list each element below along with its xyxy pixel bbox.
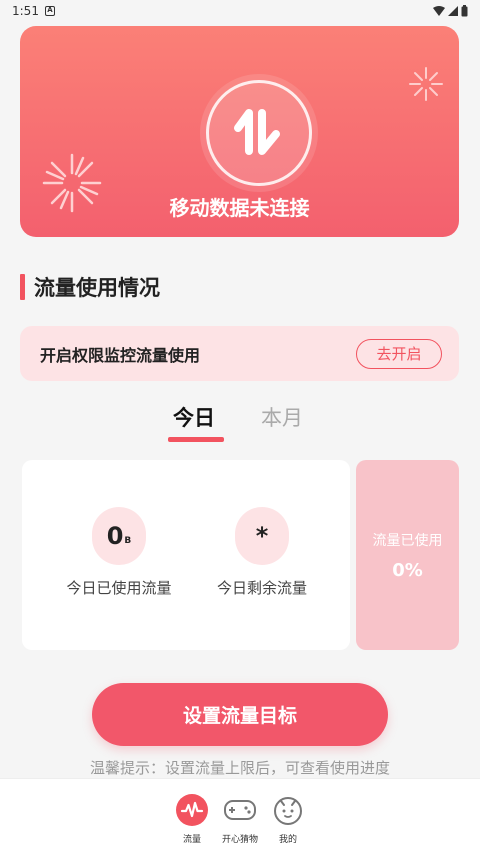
- enable-permission-button[interactable]: 去开启: [356, 338, 442, 369]
- status-time: 1:51: [12, 4, 39, 18]
- status-left: 1:51 A: [12, 4, 55, 18]
- pulse-icon: [175, 793, 209, 827]
- status-bar: 1:51 A: [0, 0, 480, 22]
- used-value-bubble: 0B: [92, 507, 146, 565]
- status-right: [433, 5, 468, 17]
- gamepad-icon: [223, 793, 257, 827]
- nav-label-mine: 我的: [278, 835, 297, 845]
- daily-stats-card: 0B 今日已使用流量 * 今日剩余流量: [22, 460, 350, 650]
- used-label: 今日已使用流量: [66, 579, 172, 597]
- section-accent-bar: [20, 274, 25, 300]
- permission-banner: 开启权限监控流量使用 去开启: [20, 326, 459, 381]
- signal-icon: [448, 6, 458, 16]
- remaining-value: *: [255, 522, 269, 550]
- connection-status-text: 移动数据未连接: [169, 196, 310, 220]
- used-unit: B: [124, 536, 132, 546]
- section-title: 流量使用情况: [34, 276, 160, 300]
- used-stat: 0B 今日已使用流量: [44, 507, 194, 598]
- tab-today[interactable]: 今日: [173, 402, 215, 432]
- remaining-label: 今日剩余流量: [216, 579, 307, 597]
- notification-icon: A: [44, 6, 55, 16]
- usage-percent-value: 0%: [392, 560, 423, 581]
- tab-month[interactable]: 本月: [261, 402, 303, 432]
- permission-text: 开启权限监控流量使用: [40, 345, 201, 365]
- remaining-stat: * 今日剩余流量: [187, 507, 337, 598]
- face-icon: [271, 793, 305, 827]
- active-tab-indicator: [168, 437, 224, 442]
- bottom-nav: 流量 开心猜物 我的: [0, 778, 480, 855]
- set-traffic-goal-button[interactable]: 设置流量目标: [92, 683, 388, 746]
- remaining-value-bubble: *: [235, 507, 289, 565]
- connection-hero-card: 移动数据未连接: [20, 26, 459, 237]
- tip-text: 温馨提示：设置流量上限后，可查看使用进度: [89, 759, 390, 777]
- used-value: 0: [106, 522, 124, 550]
- usage-percent-card: 流量已使用 0%: [356, 460, 459, 650]
- data-transfer-arrows-icon: [234, 109, 280, 155]
- wifi-icon: [433, 6, 445, 16]
- firework-decoration-icon: [409, 67, 443, 101]
- usage-percent-label: 流量已使用: [372, 533, 443, 549]
- battery-icon: [461, 5, 468, 17]
- nav-item-mine[interactable]: 我的: [258, 793, 318, 845]
- period-tabs: 今日 本月: [0, 398, 480, 446]
- section-header: 流量使用情况: [20, 272, 160, 302]
